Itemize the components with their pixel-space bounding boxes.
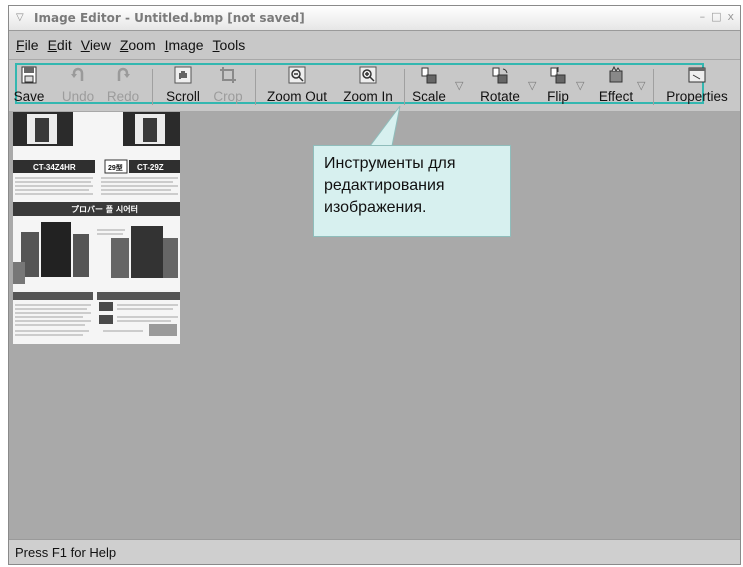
window-controls: – □ x xyxy=(700,10,734,23)
window-title: Image Editor - Untitled.bmp [not saved] xyxy=(34,11,305,25)
thumbnail-badge-text: 29型 xyxy=(108,163,123,172)
redo-button[interactable]: Redo xyxy=(102,61,144,109)
zoom-in-button[interactable]: Zoom In xyxy=(338,61,398,109)
crop-icon xyxy=(220,67,236,83)
flip-button[interactable]: Flip xyxy=(538,61,578,109)
save-label: Save xyxy=(13,89,45,104)
effect-label: Effect xyxy=(598,89,634,104)
scroll-label: Scroll xyxy=(166,89,200,104)
redo-icon xyxy=(117,67,130,81)
effect-button[interactable]: Effect xyxy=(591,61,641,109)
scale-icon xyxy=(421,67,437,84)
crop-label: Crop xyxy=(213,89,243,104)
menu-file[interactable]: File xyxy=(16,37,39,53)
thumbnail-model-text: CT-34Z4HR xyxy=(33,163,76,172)
menu-image[interactable]: Image xyxy=(165,37,204,53)
menu-tools[interactable]: Tools xyxy=(213,37,246,53)
zoom-out-button[interactable]: Zoom Out xyxy=(262,61,332,109)
close-button[interactable]: x xyxy=(727,10,734,23)
save-button[interactable]: Save xyxy=(11,61,47,109)
callout-box: Инструменты для редактирования изображен… xyxy=(313,145,511,237)
rotate-icon xyxy=(492,67,508,84)
redo-label: Redo xyxy=(106,89,140,104)
undo-button[interactable]: Undo xyxy=(57,61,99,109)
hand-scroll-icon xyxy=(174,66,192,84)
window-menu-icon[interactable]: ▽ xyxy=(16,12,28,24)
zoom-in-icon xyxy=(359,66,377,84)
scale-label: Scale xyxy=(412,89,446,104)
save-icon xyxy=(21,66,37,84)
rotate-dropdown-arrow-icon[interactable]: ▽ xyxy=(528,79,536,92)
toolbar-separator xyxy=(152,69,153,105)
effect-dropdown-arrow-icon[interactable]: ▽ xyxy=(637,79,645,92)
toolbar-separator xyxy=(653,69,654,105)
toolbar-separator xyxy=(404,69,405,105)
callout-text: Инструменты для редактирования изображен… xyxy=(324,155,456,216)
document-image-thumbnail: CT-34Z4HR 29型 CT-29Z プロバー 플 시어터 xyxy=(13,112,180,344)
effect-icon xyxy=(609,66,623,83)
properties-label: Properties xyxy=(666,89,728,104)
zoom-out-label: Zoom Out xyxy=(266,89,328,104)
undo-label: Undo xyxy=(61,89,95,104)
menu-zoom[interactable]: Zoom xyxy=(120,37,156,53)
zoom-in-label: Zoom In xyxy=(343,89,393,104)
flip-dropdown-arrow-icon[interactable]: ▽ xyxy=(576,79,584,92)
status-bar: Press F1 for Help xyxy=(9,539,740,564)
thumbnail-banner-text: プロバー 플 시어터 xyxy=(71,204,138,214)
flip-label: Flip xyxy=(547,89,569,104)
flip-icon xyxy=(550,67,566,84)
thumbnail-model-text-2: CT-29Z xyxy=(137,163,164,172)
menu-file-label: ile xyxy=(24,37,39,53)
toolbar-separator xyxy=(255,69,256,105)
scroll-button[interactable]: Scroll xyxy=(161,61,205,109)
title-bar[interactable]: ▽ Image Editor - Untitled.bmp [not saved… xyxy=(9,6,740,31)
scale-button[interactable]: Scale xyxy=(409,61,449,109)
maximize-button[interactable]: □ xyxy=(711,10,721,23)
menu-edit[interactable]: Edit xyxy=(48,37,72,53)
rotate-label: Rotate xyxy=(480,89,520,104)
menu-bar: File Edit View Zoom Image Tools xyxy=(9,31,740,60)
status-text: Press F1 for Help xyxy=(15,544,117,560)
toolbar: Save Undo Redo Scroll Crop Zoom Out Zoom… xyxy=(9,61,740,112)
properties-button[interactable]: Properties xyxy=(657,61,737,109)
rotate-button[interactable]: Rotate xyxy=(475,61,525,109)
crop-button[interactable]: Crop xyxy=(208,61,248,109)
minimize-button[interactable]: – xyxy=(700,10,706,23)
properties-icon xyxy=(688,67,706,83)
menu-view[interactable]: View xyxy=(81,37,111,53)
zoom-out-icon xyxy=(288,66,306,84)
undo-icon xyxy=(71,67,84,81)
scale-dropdown-arrow-icon[interactable]: ▽ xyxy=(455,79,463,92)
image-editor-window: ▽ Image Editor - Untitled.bmp [not saved… xyxy=(8,5,741,565)
